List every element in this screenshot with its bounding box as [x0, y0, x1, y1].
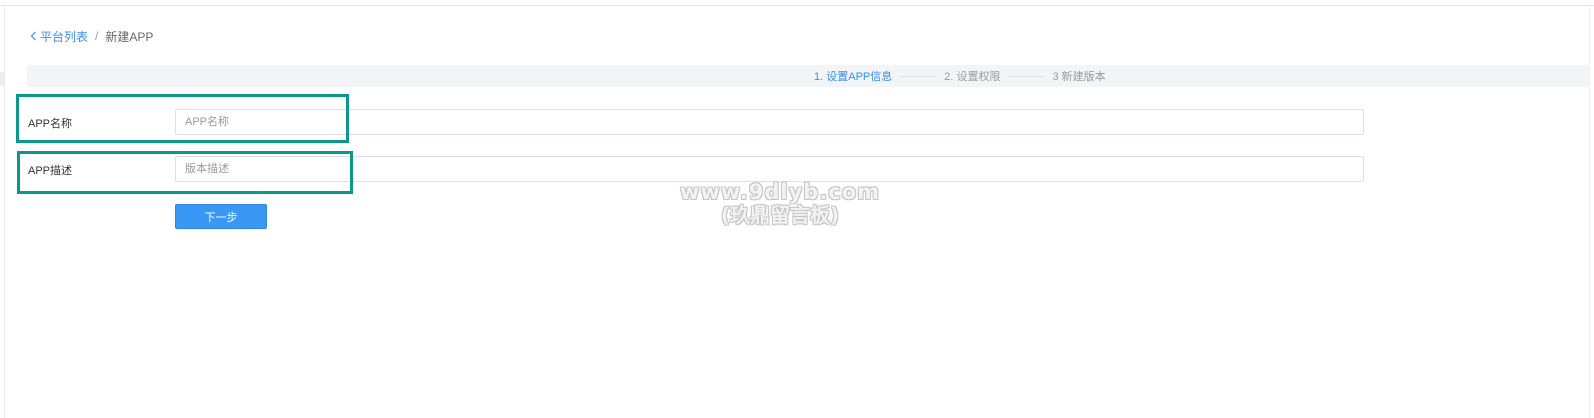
breadcrumb-separator: /: [95, 29, 99, 43]
step-connector: [1008, 75, 1045, 77]
left-panel-tab: [0, 72, 4, 86]
step-3-new-version: 3 新建版本: [1052, 71, 1106, 83]
app-description-label: APP描述: [28, 165, 73, 177]
top-border: [0, 0, 1594, 6]
breadcrumb-back-link[interactable]: 平台列表: [30, 28, 88, 45]
app-description-input[interactable]: [175, 156, 1364, 182]
watermark-site-name: (玖鼎留言板): [720, 203, 840, 228]
app-name-label: APP名称: [28, 118, 73, 130]
breadcrumb-current: 新建APP: [105, 29, 154, 44]
watermark: www.9dlyb.com (玖鼎留言板): [660, 180, 900, 227]
right-panel-border: [1589, 6, 1590, 418]
watermark-url: www.9dlyb.com: [679, 180, 881, 204]
steps-bar: 1. 设置APP信息 2. 设置权限 3 新建版本: [27, 65, 1589, 87]
breadcrumb-back-label: 平台列表: [40, 29, 89, 44]
step-connector: [900, 75, 937, 77]
breadcrumb: 平台列表 / 新建APP: [30, 28, 153, 44]
next-step-button[interactable]: 下一步: [175, 204, 267, 229]
app-name-input[interactable]: [175, 109, 1364, 135]
step-2-permissions: 2. 设置权限: [944, 71, 1001, 83]
chevron-left-icon: [30, 31, 36, 41]
step-1-app-info: 1. 设置APP信息: [814, 71, 893, 83]
left-panel-border: [4, 6, 5, 418]
steps: 1. 设置APP信息 2. 设置权限 3 新建版本: [814, 65, 1106, 87]
